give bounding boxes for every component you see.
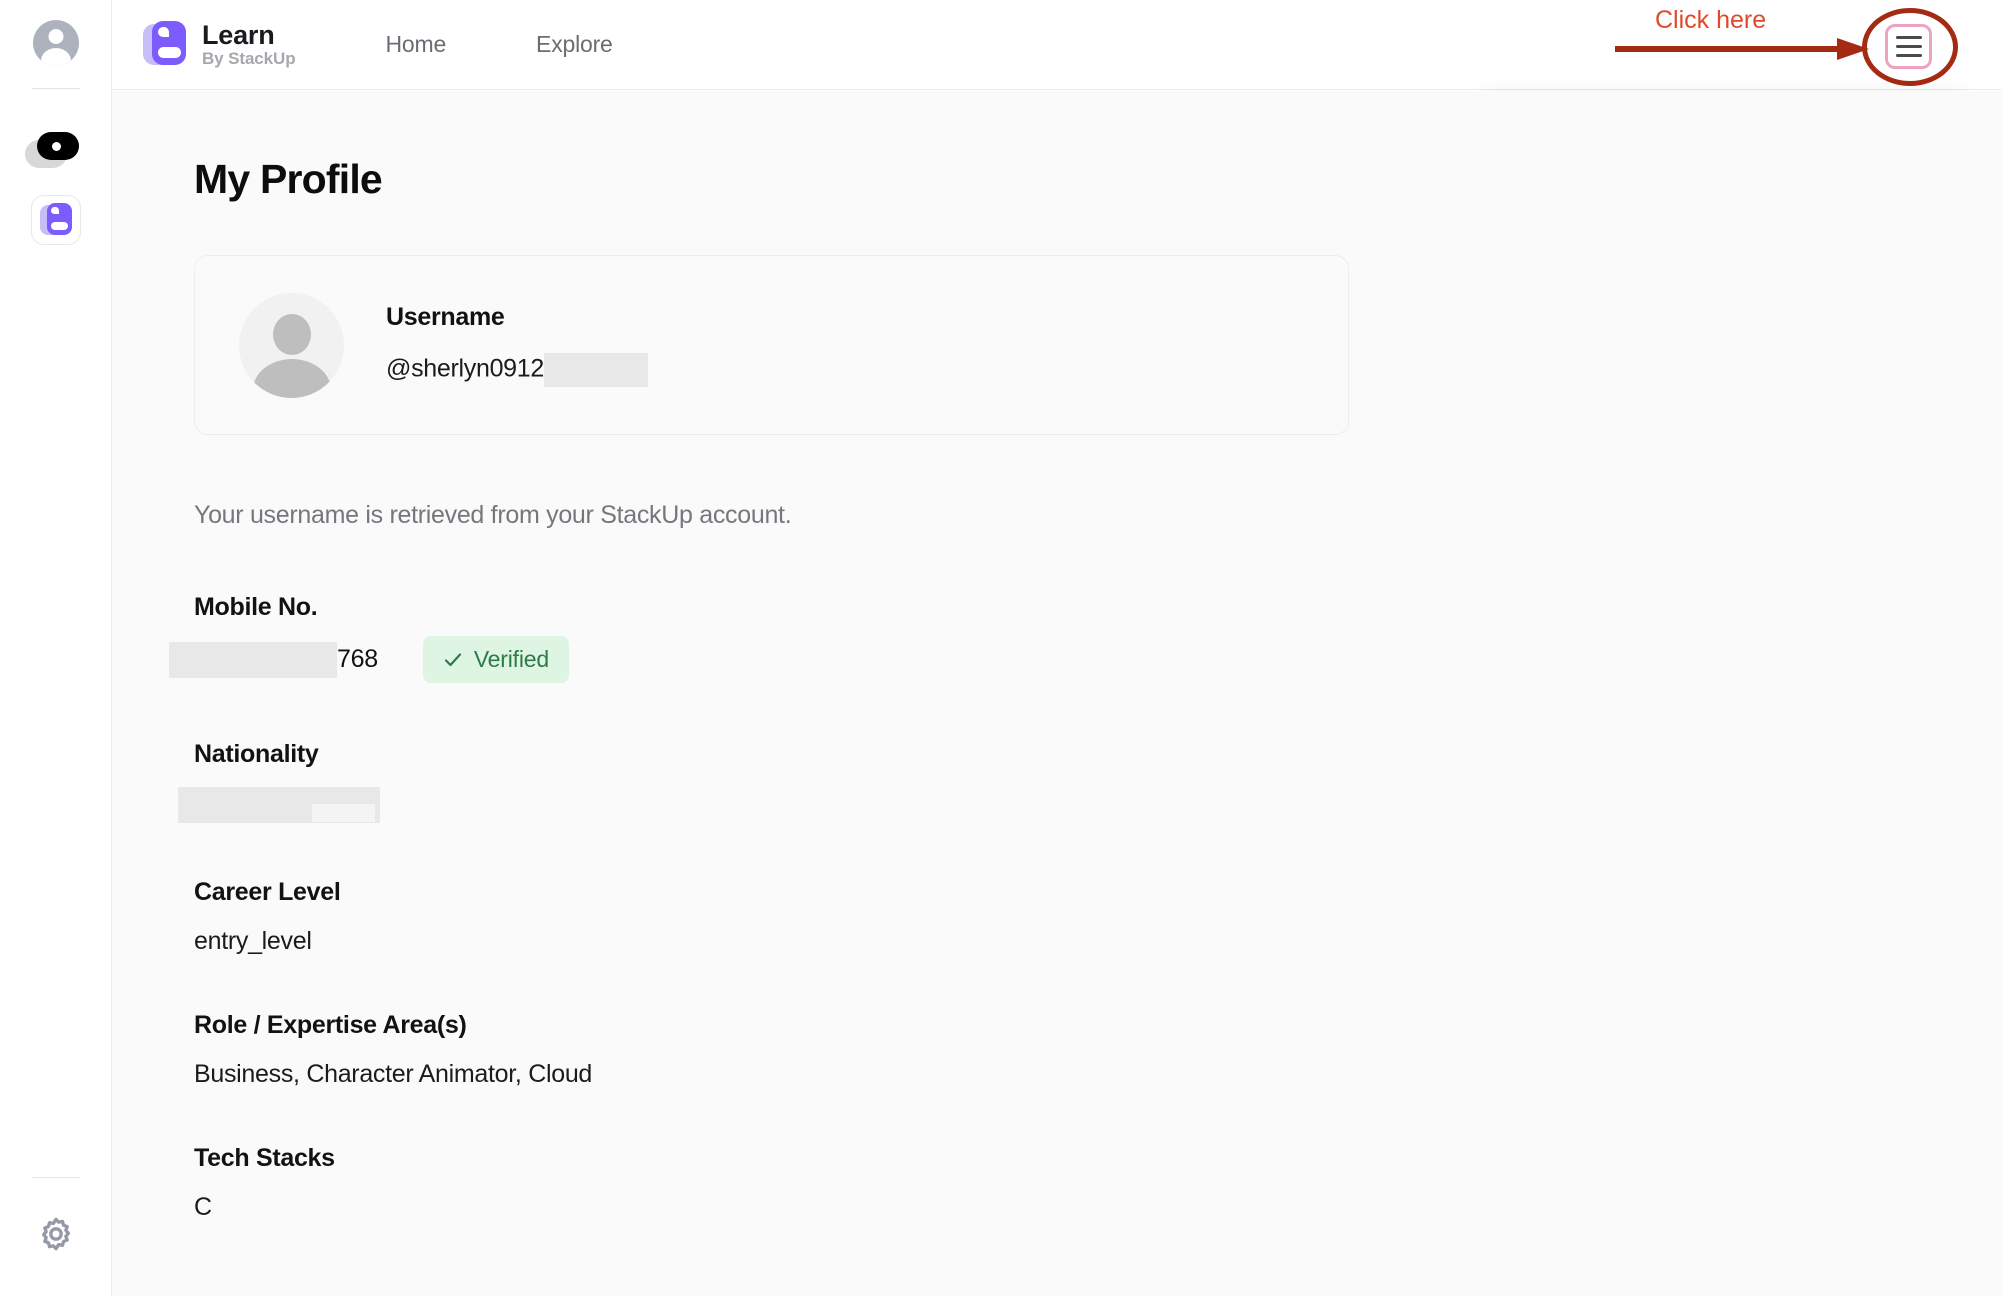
- main-content: My Profile Username @sherlyn0912 Your us…: [112, 91, 2002, 1296]
- user-avatar-icon: [239, 292, 344, 398]
- brand-subtitle: By StackUp: [202, 48, 296, 68]
- app-root: Learn By StackUp Home Explore Click here…: [0, 0, 2002, 1296]
- arrow-right-icon: [1615, 38, 1869, 60]
- redaction-block-handle: [544, 353, 648, 387]
- page-title: My Profile: [194, 156, 383, 202]
- pill-toggle-icon: [24, 131, 79, 168]
- redaction-block-mobile-secondary: [312, 804, 375, 822]
- sidebar-item-workspace[interactable]: [24, 115, 88, 179]
- sidebar-item-learn[interactable]: [30, 195, 81, 245]
- field-value-career-level: entry_level: [194, 927, 312, 955]
- field-label-mobile-no: Mobile No.: [194, 593, 318, 621]
- user-avatar-icon[interactable]: [32, 20, 79, 66]
- mobile-value-row: 768 Verified: [169, 636, 2002, 683]
- rail-bottom-group: [31, 1177, 80, 1296]
- gear-icon[interactable]: [36, 1214, 76, 1254]
- field-label-nationality: Nationality: [194, 740, 319, 768]
- field-nationality: Nationality: [178, 740, 2002, 823]
- field-career-level: Career Level entry_level: [194, 878, 2002, 956]
- learn-logo-icon: [143, 21, 187, 67]
- nav-item-explore[interactable]: Explore: [536, 31, 613, 58]
- field-value-tech-stacks: C: [194, 1193, 212, 1221]
- nav-item-home[interactable]: Home: [385, 31, 446, 58]
- left-rail: [0, 0, 112, 1296]
- main-nav: Home Explore: [385, 31, 702, 58]
- verified-label: Verified: [473, 646, 549, 672]
- profile-card: Username @sherlyn0912: [194, 255, 1349, 435]
- check-icon: [444, 652, 461, 666]
- rail-divider-bottom: [31, 1177, 80, 1178]
- field-label-tech-stacks: Tech Stacks: [194, 1144, 335, 1172]
- field-mobile-no: Mobile No. 768 Verified: [169, 593, 2002, 822]
- username-handle: @sherlyn0912: [386, 354, 544, 383]
- brand-title: Learn: [202, 19, 275, 50]
- username-handle-row: @sherlyn0912: [386, 353, 648, 387]
- field-tech-stacks: Tech Stacks C: [194, 1144, 2002, 1222]
- redaction-block-mobile: [169, 641, 337, 678]
- field-label-career-level: Career Level: [194, 878, 341, 906]
- status-badge-verified: Verified: [422, 636, 569, 683]
- rail-divider: [31, 88, 80, 89]
- field-value-mobile-no: 768: [337, 645, 378, 673]
- field-label-role-expertise: Role / Expertise Area(s): [194, 1011, 467, 1039]
- username-hint: Your username is retrieved from your Sta…: [194, 501, 792, 529]
- annotation-click-here-label: Click here: [1655, 6, 1767, 34]
- username-label: Username: [386, 303, 505, 331]
- brand-logo[interactable]: Learn By StackUp: [143, 19, 296, 69]
- hamburger-menu-icon[interactable]: [1885, 24, 1932, 69]
- field-role-expertise: Role / Expertise Area(s) Business, Chara…: [194, 1011, 2002, 1089]
- field-value-role-expertise: Business, Character Animator, Cloud: [194, 1060, 593, 1088]
- learn-logo-icon: [39, 203, 72, 237]
